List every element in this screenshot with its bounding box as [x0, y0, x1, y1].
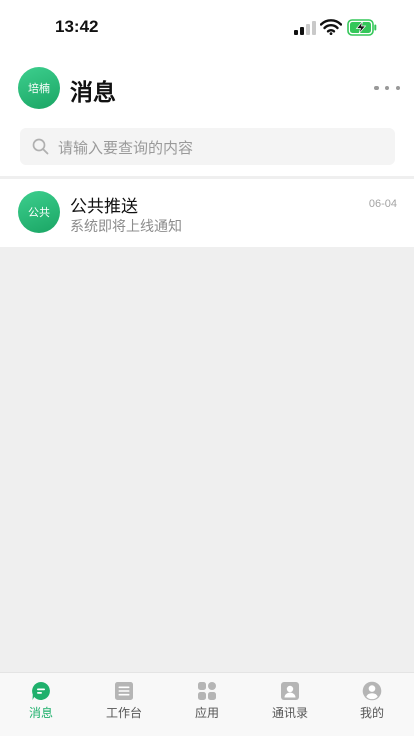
tab-label: 应用 — [194, 706, 219, 720]
tab-workbench[interactable]: 工作台 — [83, 673, 165, 736]
messages-screen: 13:42 培楠 消息 请输入要查询的内容 公共 公共推送 系统即将上线通知 0… — [0, 0, 414, 736]
tab-messages[interactable]: 消息 — [0, 673, 82, 736]
conversation-avatar: 公共 — [18, 191, 60, 233]
search-input[interactable]: 请输入要查询的内容 — [20, 128, 395, 165]
search-icon — [32, 138, 49, 155]
tab-profile[interactable]: 我的 — [331, 673, 413, 736]
conversation-row[interactable]: 公共 公共推送 系统即将上线通知 06-04 — [0, 179, 414, 247]
conversation-title: 公共推送 — [70, 197, 138, 217]
profile-icon — [362, 681, 382, 701]
tab-bar: 消息 工作台 应用 通讯录 我的 — [0, 672, 414, 736]
signal-icon — [294, 21, 316, 35]
more-button[interactable] — [374, 82, 400, 94]
tab-label: 工作台 — [105, 706, 142, 720]
tab-apps[interactable]: 应用 — [166, 673, 248, 736]
wifi-icon — [320, 19, 342, 35]
tab-label: 通讯录 — [271, 706, 308, 720]
conversation-time: 06-04 — [368, 198, 397, 210]
contacts-icon — [281, 682, 299, 700]
tab-contacts[interactable]: 通讯录 — [249, 673, 331, 736]
tab-label: 我的 — [359, 706, 384, 720]
user-avatar[interactable]: 培楠 — [18, 67, 60, 109]
page-title: 消息 — [70, 80, 116, 106]
status-bar: 13:42 — [0, 0, 414, 56]
battery-charging-icon — [347, 19, 377, 36]
conversation-avatar-text: 公共 — [28, 206, 50, 219]
search-placeholder: 请输入要查询的内容 — [58, 139, 194, 157]
user-avatar-text: 培楠 — [28, 82, 50, 95]
message-icon — [32, 682, 50, 700]
more-dots-icon — [374, 85, 379, 91]
conversation-preview: 系统即将上线通知 — [70, 219, 182, 235]
messages-header: 培楠 消息 请输入要查询的内容 — [0, 56, 414, 176]
apps-grid-icon — [198, 682, 216, 700]
status-time: 13:42 — [55, 17, 99, 36]
workbench-icon — [115, 682, 133, 700]
tab-label: 消息 — [28, 706, 53, 720]
